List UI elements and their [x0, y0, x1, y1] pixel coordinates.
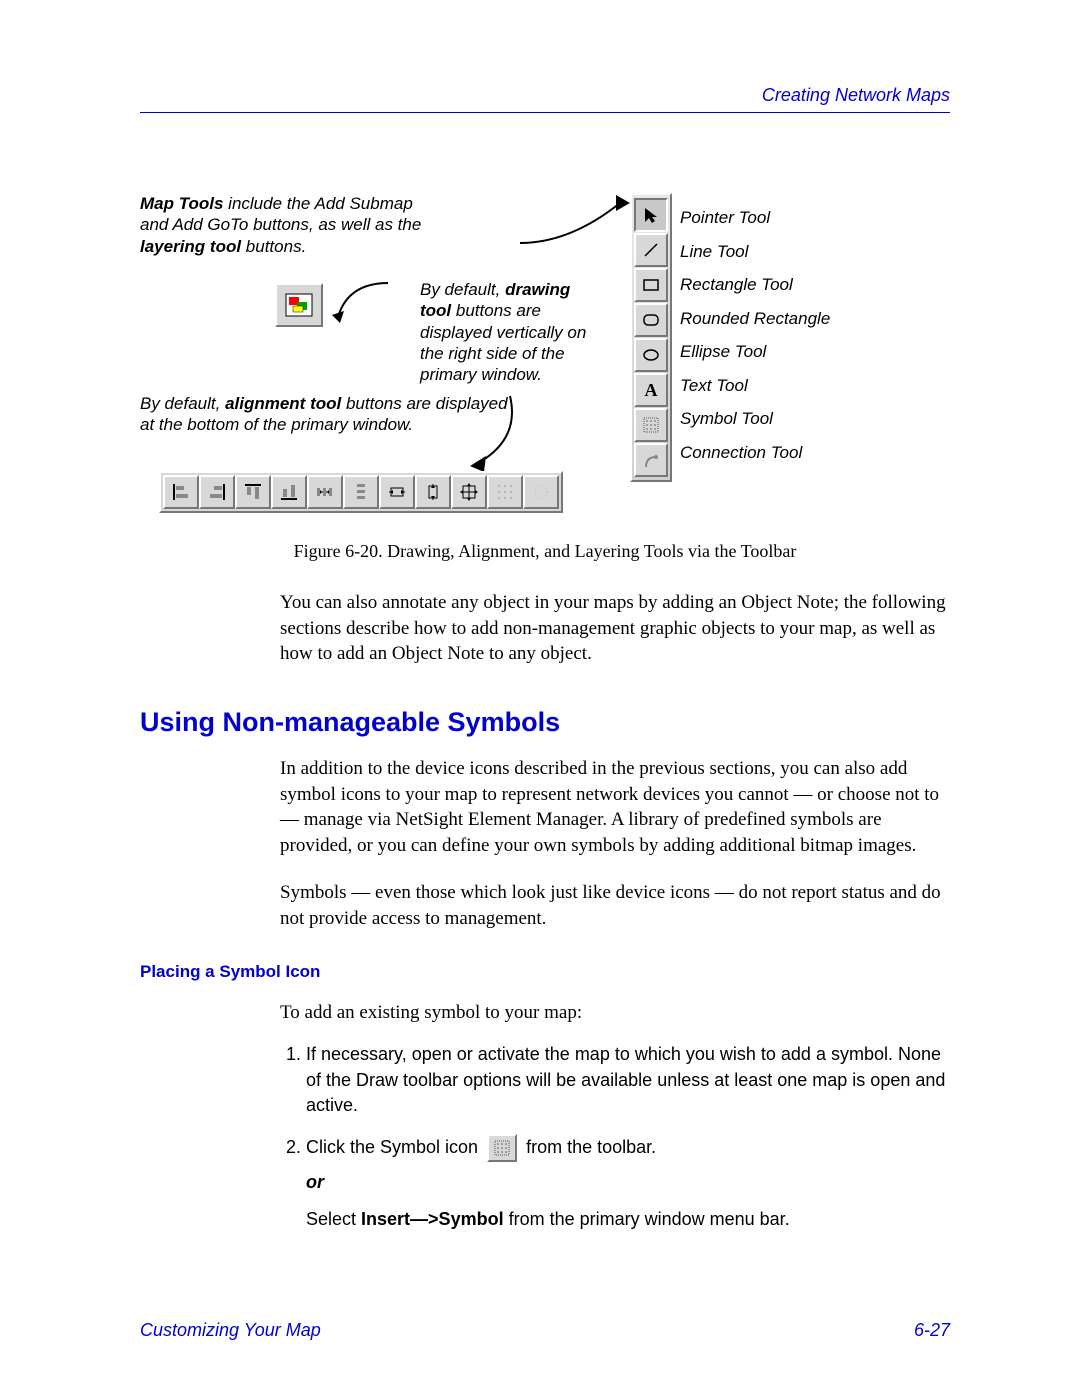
callout-drawing-tools: By default, drawing tool buttons are dis… — [420, 279, 600, 385]
rectangle-tool-label: Rectangle Tool — [680, 268, 830, 302]
align-top-button[interactable] — [235, 475, 271, 509]
horizontal-alignment-toolbar — [159, 471, 563, 513]
line-tool-button[interactable] — [634, 233, 668, 267]
same-width-button[interactable] — [379, 475, 415, 509]
callout-map-tools: Map Tools include the Add Submap and Add… — [140, 193, 430, 257]
footer-section: Customizing Your Map — [140, 1320, 321, 1341]
steps-block: To add an existing symbol to your map: I… — [280, 1000, 950, 1233]
snap-to-grid-button[interactable] — [523, 475, 559, 509]
same-height-button[interactable] — [415, 475, 451, 509]
step-1: If necessary, open or activate the map t… — [306, 1042, 950, 1118]
grid-toggle-button[interactable] — [487, 475, 523, 509]
align-right-button[interactable] — [199, 475, 235, 509]
subsection-heading: Placing a Symbol Icon — [140, 962, 950, 982]
step-2: Click the Symbol icon from the toolbar. … — [306, 1134, 950, 1232]
text-tool-label: Text Tool — [680, 369, 830, 403]
symbol-tool-label: Symbol Tool — [680, 402, 830, 436]
step-or: or — [306, 1170, 950, 1195]
figure-6-20: Map Tools include the Add Submap and Add… — [140, 193, 950, 523]
connection-tool-label: Connection Tool — [680, 436, 830, 470]
section-heading: Using Non-manageable Symbols — [140, 707, 950, 738]
distribute-vertical-button[interactable] — [343, 475, 379, 509]
figure-caption: Figure 6-20. Drawing, Alignment, and Lay… — [140, 541, 950, 562]
arrow-alignment-tools — [450, 388, 530, 478]
rounded-rectangle-tool-button[interactable] — [634, 303, 668, 337]
symbol-tool-button[interactable] — [634, 408, 668, 442]
pointer-tool-button[interactable] — [634, 198, 668, 232]
running-head: Creating Network Maps — [140, 85, 950, 113]
connection-tool-button[interactable] — [634, 443, 668, 477]
line-tool-label: Line Tool — [680, 235, 830, 269]
vertical-drawing-toolbar: A — [630, 193, 672, 482]
paragraph-symbols-intro: In addition to the device icons describe… — [280, 756, 950, 859]
align-bottom-button[interactable] — [271, 475, 307, 509]
symbol-icon-inline — [487, 1134, 517, 1162]
ellipse-tool-button[interactable] — [634, 338, 668, 372]
ellipse-tool-label: Ellipse Tool — [680, 335, 830, 369]
rounded-rectangle-tool-label: Rounded Rectangle — [680, 302, 830, 336]
same-size-button[interactable] — [451, 475, 487, 509]
layering-tool-icon — [275, 283, 323, 327]
page-number: 6-27 — [914, 1320, 950, 1341]
distribute-horizontal-button[interactable] — [307, 475, 343, 509]
paragraph-annotate: You can also annotate any object in your… — [280, 590, 950, 667]
paragraph-symbols-note: Symbols — even those which look just lik… — [280, 880, 950, 931]
svg-text:A: A — [645, 381, 658, 399]
steps-lead: To add an existing symbol to your map: — [280, 1000, 950, 1027]
rectangle-tool-button[interactable] — [634, 268, 668, 302]
tool-labels: Pointer Tool Line Tool Rectangle Tool Ro… — [680, 201, 830, 469]
pointer-tool-label: Pointer Tool — [680, 201, 830, 235]
align-left-button[interactable] — [163, 475, 199, 509]
arrow-drawing-tools — [510, 193, 640, 253]
arrow-map-tools — [328, 277, 408, 327]
page-footer: Customizing Your Map 6-27 — [140, 1320, 950, 1341]
text-tool-button[interactable]: A — [634, 373, 668, 407]
